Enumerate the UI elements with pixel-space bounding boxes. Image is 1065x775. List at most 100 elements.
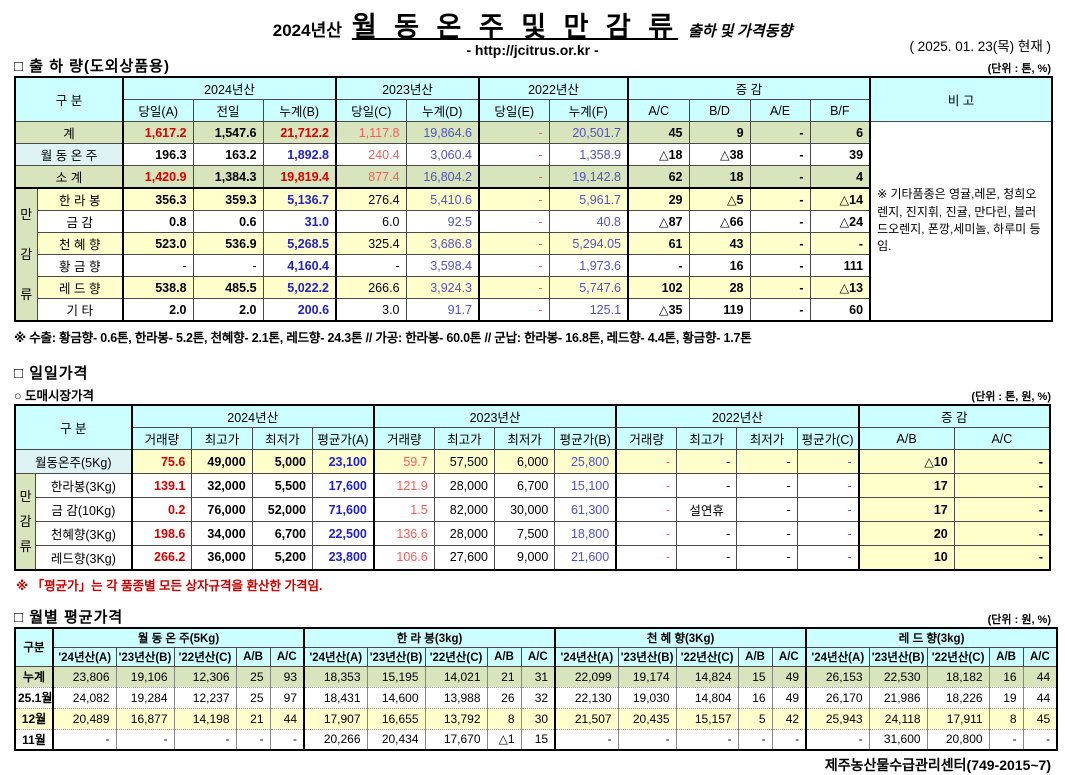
col-header: '23년산(B) [618,647,676,666]
table-cell: 119 [689,299,750,322]
group-label-mangam: 만 감 류 [15,188,37,321]
table-cell: 21,986 [869,687,927,708]
table-cell: 19,284 [116,687,174,708]
table-cell: - [676,729,738,750]
table-cell: 25 [236,687,270,708]
group-label-mangam: 만 감 류 [15,474,36,570]
col-header: 최고가 [192,428,252,450]
table-cell: 43 [689,233,750,255]
table-row: 만 감 류한라봉(3Kg)139.132,0005,50017,600121.9… [15,474,1050,498]
table-cell: 31.0 [263,211,336,233]
table-cell: △87 [628,211,689,233]
table-cell: 15 [521,729,555,750]
table-cell: △35 [628,299,689,322]
table-cell: 18,353 [304,666,367,687]
table-cell: 15,195 [367,666,425,687]
table-cell: 17,907 [304,708,367,729]
table-row: 12월20,48916,87714,198214417,90716,65513,… [15,708,1057,729]
table-cell: 6,700 [495,474,555,498]
table-cell: 32 [521,687,555,708]
row-label: 레 드 향 [37,277,123,299]
table-cell: 1,973.6 [549,255,628,277]
table-cell: - [174,729,236,750]
table-row: 25.1월24,08219,28412,237259718,43114,6001… [15,687,1057,708]
col-header: 거래량 [616,428,676,450]
daily-unit-label: (단위 : 톤, 원, %) [971,388,1051,404]
table-cell: 266.2 [132,546,192,570]
row-label: 금 감(10Kg) [36,498,132,522]
row-label: 월동온주(5Kg) [15,450,132,474]
report-page: 2024년산월 동 온 주 및 만 감 류출하 및 가격동향 - http://… [0,0,1065,775]
table-cell: 52,000 [252,498,312,522]
table-cell: 20,435 [618,708,676,729]
table-row: 계1,617.21,547.621,712.21,117.819,864.6-2… [15,122,1052,144]
shipment-unit-label: (단위 : 톤, %) [988,60,1051,76]
table-cell: 23,100 [312,450,373,474]
table-cell: 45 [1023,708,1057,729]
table-cell: 23,806 [53,666,116,687]
table-cell: 61 [628,233,689,255]
table-cell: 12,306 [174,666,236,687]
footer-org: 제주농산물수급관리센터(749-2015~7) [14,755,1051,775]
table-cell: △5 [689,188,750,211]
table-cell: 23,800 [312,546,373,570]
table-cell: 49 [772,687,806,708]
table-cell: 22,099 [555,666,618,687]
row-label: 금 감 [37,211,123,233]
table-cell: 17 [859,474,955,498]
table-cell: 32,000 [192,474,252,498]
title-suffix: 출하 및 가격동향 [688,24,792,40]
table-cell: 34,000 [192,522,252,546]
col-header: A/C [628,100,689,122]
table-cell: 62 [628,166,689,189]
col-header-gubun: 구 분 [15,77,123,122]
table-cell: 16 [989,666,1023,687]
table-cell: 1,420.9 [123,166,193,189]
table-cell: 44 [270,708,304,729]
table-cell: 22,130 [555,687,618,708]
col-header: A/C [270,647,304,666]
col-header: B/D [689,100,750,122]
table-cell: 2.0 [193,299,263,322]
col-header: 평균가(A) [312,428,373,450]
table-cell: 4,160.4 [263,255,336,277]
table-cell: 19,106 [116,666,174,687]
col-header-gubun: 구 분 [15,405,132,450]
table-cell: - [479,211,549,233]
group-header-redhyang: 레 드 향(3kg) [806,628,1057,648]
table-cell: 136.6 [374,522,434,546]
table-cell: 3.0 [336,299,406,322]
table-cell: 31 [521,666,555,687]
table-cell: 14,824 [676,666,738,687]
title-bar: 2024년산월 동 온 주 및 만 감 류출하 및 가격동향 - http://… [14,5,1051,55]
col-header: 최저가 [495,428,555,450]
table-cell: 5,410.6 [406,188,479,211]
table-cell: 5,961.7 [549,188,628,211]
col-header: A/C [521,647,555,666]
title-year-prefix: 2024년산 [273,21,342,40]
row-label: 한 라 봉 [37,188,123,211]
table-cell: - [797,450,858,474]
table-cell: - [750,299,810,322]
table-cell: - [116,729,174,750]
table-cell: 40.8 [549,211,628,233]
table-cell: - [750,166,810,189]
table-cell: - [677,474,737,498]
table-cell: 19 [989,687,1023,708]
table-cell: 19,030 [618,687,676,708]
table-cell: - [479,233,549,255]
table-cell: - [750,255,810,277]
group-header-wd: 월 동 온 주(5Kg) [53,628,304,648]
table-cell: - [810,233,870,255]
table-cell: 22,530 [869,666,927,687]
table-cell: 75.6 [132,450,192,474]
table-cell: 61,300 [555,498,616,522]
table-cell: - [954,450,1050,474]
table-cell: 20,501.7 [549,122,628,144]
col-header: 당일(A) [123,100,193,122]
col-header: '23년산(B) [116,647,174,666]
col-header-2022: 2022년산 [479,77,628,100]
site-url-link[interactable]: - http://jcitrus.or.kr - [14,42,1051,58]
table-cell: 19,142.8 [549,166,628,189]
table-cell: - [954,498,1050,522]
